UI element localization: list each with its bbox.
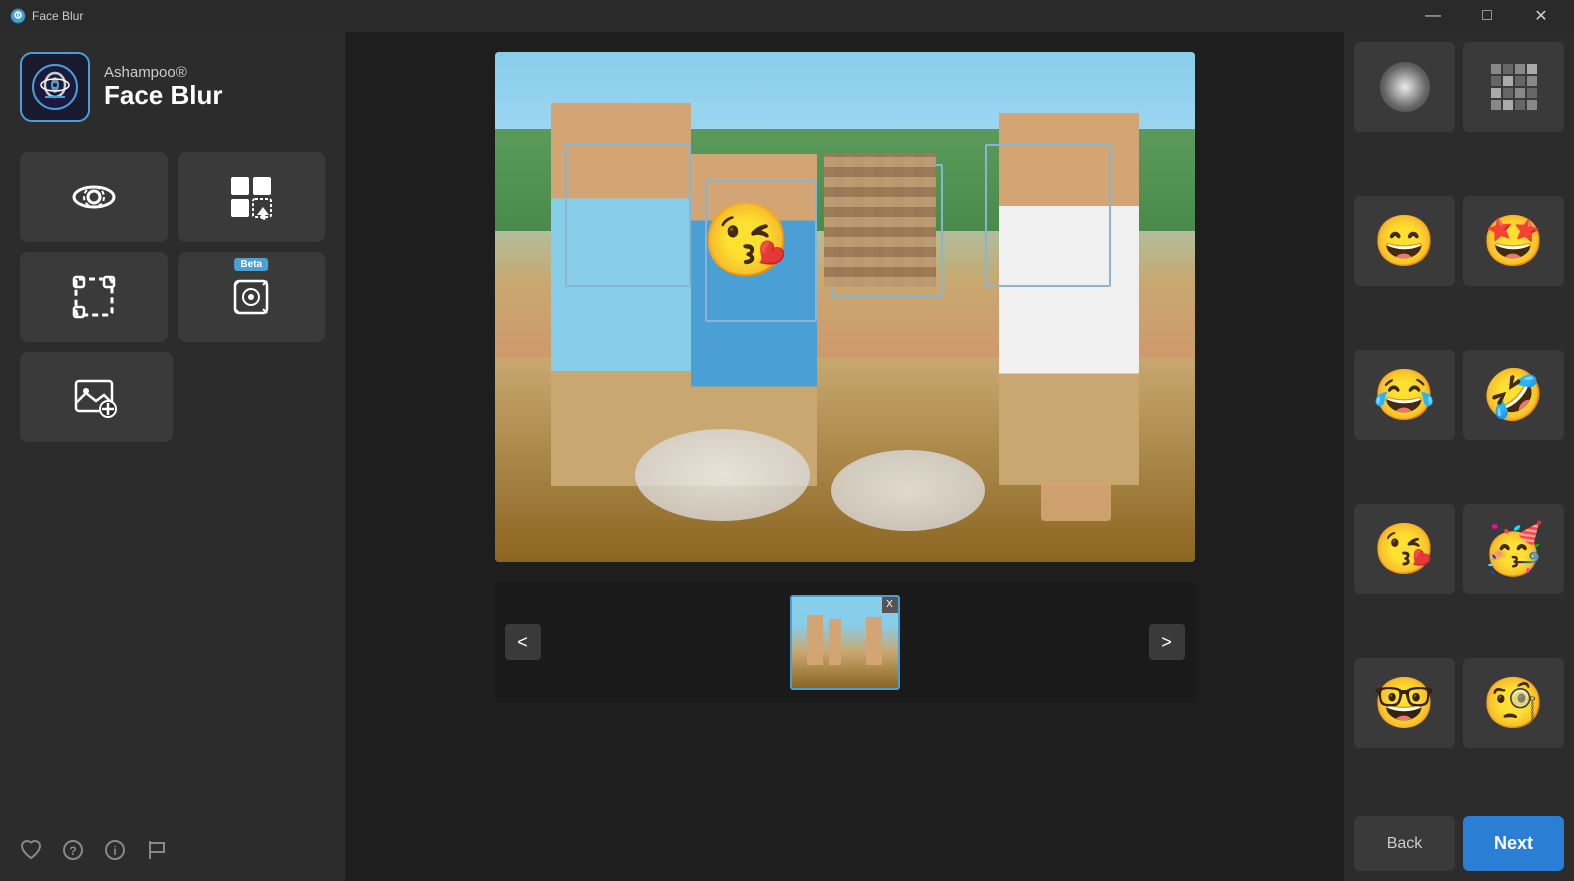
emoji-overlay-1: 😘 — [691, 169, 803, 312]
filmstrip-items: X — [551, 595, 1139, 690]
effect-emoji-party[interactable]: 🥳 — [1463, 504, 1564, 594]
action-buttons: Back Next — [1354, 812, 1564, 871]
sidebar-footer: ? i — [20, 829, 325, 861]
tool-ai-detect[interactable]: Beta — [178, 252, 326, 342]
effect-blur[interactable] — [1354, 42, 1455, 132]
flag-icon — [146, 839, 168, 861]
filmstrip-thumb-1[interactable]: X — [790, 595, 900, 690]
heart-icon — [20, 839, 42, 861]
app-icon — [10, 8, 26, 24]
pixel-icon — [1489, 62, 1539, 112]
filmstrip: < X > — [495, 582, 1195, 702]
svg-text:?: ? — [69, 844, 76, 858]
beta-badge: Beta — [234, 258, 268, 271]
face-box-1 — [565, 144, 691, 287]
minimize-button[interactable]: — — [1410, 0, 1456, 32]
effect-emoji-monocle[interactable]: 🧐 — [1463, 658, 1564, 748]
tool-grid: Beta — [20, 152, 325, 342]
tool-batch[interactable] — [178, 152, 326, 242]
blur-preview — [1380, 62, 1430, 112]
tool-detect[interactable] — [20, 152, 168, 242]
eye-icon — [70, 173, 118, 221]
back-button[interactable]: Back — [1354, 816, 1455, 871]
face-box-4 — [985, 144, 1111, 287]
image-canvas[interactable]: 😘 — [495, 52, 1195, 562]
filmstrip-prev[interactable]: < — [505, 624, 541, 660]
tool-add-image[interactable] — [20, 352, 173, 442]
app-logo — [20, 52, 90, 122]
app-name-brand: Ashampoo® — [104, 64, 223, 81]
info-button[interactable]: i — [104, 839, 126, 861]
title-bar: Face Blur — □ ✕ — [0, 0, 1574, 32]
coffee-cup — [1041, 429, 1111, 521]
grid-cursor-icon — [227, 173, 275, 221]
center-area: 😘 < — [345, 32, 1344, 881]
effect-emoji-kiss[interactable]: 😘 — [1354, 504, 1455, 594]
filmstrip-next[interactable]: > — [1149, 624, 1185, 660]
plate-2 — [831, 450, 985, 532]
filmstrip-close[interactable]: X — [882, 597, 898, 613]
sidebar-header: Ashampoo® Face Blur — [20, 52, 325, 122]
emoji-grid: 😄 🤩 😂 🤣 😘 🥳 🤓 🧐 — [1354, 42, 1564, 804]
tool-region[interactable] — [20, 252, 168, 342]
effect-emoji-star[interactable]: 🤩 — [1463, 196, 1564, 286]
app-title: Ashampoo® Face Blur — [104, 64, 223, 110]
window-controls: — □ ✕ — [1410, 0, 1564, 32]
close-button[interactable]: ✕ — [1518, 0, 1564, 32]
info-icon: i — [104, 839, 126, 861]
help-icon: ? — [62, 839, 84, 861]
photo-background: 😘 — [495, 52, 1195, 562]
effect-emoji-rofl[interactable]: 🤣 — [1463, 350, 1564, 440]
help-button[interactable]: ? — [62, 839, 84, 861]
sidebar: Ashampoo® Face Blur — [0, 32, 345, 881]
effect-emoji-laugh[interactable]: 😂 — [1354, 350, 1455, 440]
heart-button[interactable] — [20, 839, 42, 861]
add-image-icon — [72, 373, 120, 421]
effect-pixel[interactable] — [1463, 42, 1564, 132]
logo-icon — [31, 63, 79, 111]
region-icon — [70, 273, 118, 321]
effect-emoji-nerd[interactable]: 🤓 — [1354, 658, 1455, 748]
title-bar-text: Face Blur — [32, 9, 1410, 23]
app-name-product: Face Blur — [104, 81, 223, 110]
pixel-overlay — [824, 154, 936, 287]
svg-text:i: i — [113, 844, 116, 858]
maximize-button[interactable]: □ — [1464, 0, 1510, 32]
ai-face-icon — [227, 273, 275, 321]
next-button[interactable]: Next — [1463, 816, 1564, 871]
main-layout: Ashampoo® Face Blur — [0, 32, 1574, 881]
right-panel: 😄 🤩 😂 🤣 😘 🥳 🤓 🧐 Back Next — [1344, 32, 1574, 881]
add-image-row — [20, 352, 173, 442]
plate-1 — [635, 429, 810, 521]
flag-button[interactable] — [146, 839, 168, 861]
effect-emoji-happy[interactable]: 😄 — [1354, 196, 1455, 286]
